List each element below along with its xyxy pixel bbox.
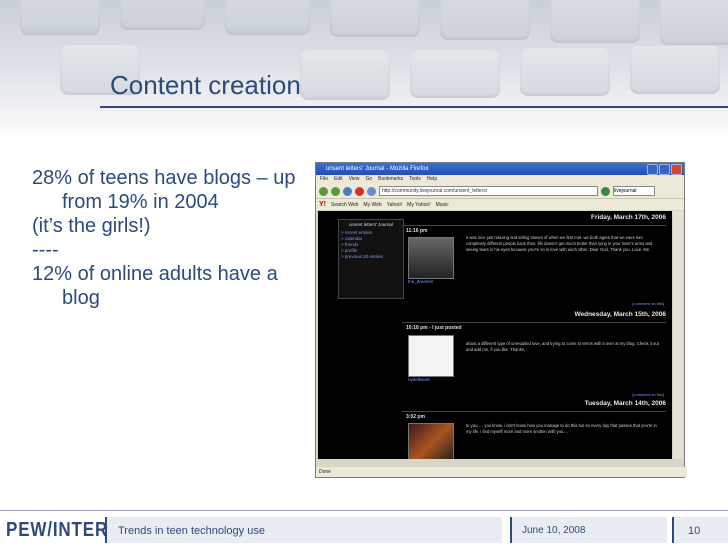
menu-bookmarks[interactable]: Bookmarks bbox=[378, 175, 403, 184]
browser-screenshot: unsent letters' Journal - Mozilla Firefo… bbox=[315, 162, 687, 478]
toolbar-item[interactable]: Yahoo! bbox=[387, 202, 402, 208]
entry-divider bbox=[402, 322, 666, 323]
footer-date: June 10, 2008 bbox=[522, 525, 586, 536]
slide-footer: PEW/INTERNET Trends in teen technology u… bbox=[0, 510, 728, 547]
user-avatar bbox=[408, 237, 454, 279]
user-avatar bbox=[408, 423, 454, 459]
title-divider bbox=[100, 106, 728, 108]
go-icon[interactable] bbox=[601, 186, 610, 196]
comment-link[interactable]: [comment on this] bbox=[632, 301, 664, 306]
journal-sidebar: unsent letters' Journal > recent entries… bbox=[338, 219, 404, 299]
browser-titlebar: unsent letters' Journal - Mozilla Firefo… bbox=[316, 163, 684, 175]
bullet-item: ---- bbox=[32, 239, 59, 261]
entry-date: Friday, March 17th, 2006 bbox=[590, 214, 666, 221]
journal-title: unsent letters' Journal bbox=[349, 222, 393, 227]
toolbar-item[interactable]: My Web bbox=[363, 202, 381, 208]
search-input[interactable]: livejournal bbox=[613, 186, 655, 196]
toolbar-item[interactable]: My Yahoo! bbox=[407, 202, 430, 208]
user-name[interactable]: the_dreamer bbox=[408, 279, 434, 284]
user-avatar bbox=[408, 335, 454, 377]
menu-view[interactable]: View bbox=[349, 175, 360, 184]
entry-divider bbox=[402, 411, 666, 412]
scrollbar[interactable] bbox=[673, 211, 683, 459]
journal-entries: Friday, March 17th, 2006 11:16 pm the_dr… bbox=[402, 211, 670, 459]
minimize-icon[interactable] bbox=[647, 164, 658, 175]
home-icon[interactable] bbox=[367, 186, 376, 196]
entry-time: 11:16 pm bbox=[406, 228, 428, 234]
entry-divider bbox=[402, 225, 666, 226]
menu-help[interactable]: Help bbox=[427, 175, 437, 184]
entry-time: 10:18 pm - I just posted bbox=[406, 325, 462, 331]
bullet-item: 12% of online adults have a blog bbox=[32, 263, 278, 309]
toolbar-item[interactable]: Music bbox=[436, 202, 449, 208]
page-number: 10 bbox=[688, 525, 701, 537]
menu-edit[interactable]: Edit bbox=[334, 175, 343, 184]
toolbar-item[interactable]: Search Web bbox=[331, 202, 358, 208]
journal-page: unsent letters' Journal > recent entries… bbox=[318, 211, 672, 459]
user-name[interactable]: nydelkarah bbox=[408, 377, 430, 382]
bullet-item: (it’s the girls!) bbox=[32, 215, 151, 237]
entry-text: to you..... you know, i don't know how y… bbox=[466, 423, 657, 434]
menu-tools[interactable]: Tools bbox=[409, 175, 421, 184]
browser-navbar: http://community.livejournal.com/unsent_… bbox=[316, 184, 684, 198]
footer-caption: Trends in teen technology use bbox=[118, 525, 265, 537]
bullet-item: 28% of teens have blogs – up from 19% in… bbox=[32, 167, 296, 213]
entry-date: Tuesday, March 14th, 2006 bbox=[584, 400, 666, 407]
entry-text: it was nice just relaxing and telling st… bbox=[466, 235, 653, 252]
browser-menubar: File Edit View Go Bookmarks Tools Help bbox=[316, 175, 684, 184]
comment-link[interactable]: [comment on this] bbox=[632, 392, 664, 397]
reload-icon[interactable] bbox=[343, 186, 352, 196]
browser-window-title: unsent letters' Journal - Mozilla Firefo… bbox=[326, 166, 429, 172]
browser-statusbar: Done bbox=[316, 467, 687, 477]
menu-file[interactable]: File bbox=[320, 175, 328, 184]
close-icon[interactable] bbox=[671, 164, 682, 175]
entry-time: 3:02 pm bbox=[406, 414, 425, 420]
yahoo-logo-icon[interactable]: Y! bbox=[319, 201, 326, 208]
maximize-icon[interactable] bbox=[659, 164, 670, 175]
sidebar-link[interactable]: > previous 20 entries bbox=[341, 254, 401, 260]
entry-text: about a different type of unrequited lov… bbox=[466, 341, 659, 352]
bullet-list: 28% of teens have blogs – up from 19% in… bbox=[32, 166, 302, 310]
entry-date: Wednesday, March 15th, 2006 bbox=[574, 311, 666, 318]
stop-icon[interactable] bbox=[355, 186, 364, 196]
forward-icon[interactable] bbox=[331, 186, 340, 196]
menu-go[interactable]: Go bbox=[365, 175, 372, 184]
slide-title: Content creation bbox=[110, 70, 301, 100]
back-icon[interactable] bbox=[319, 186, 328, 196]
yahoo-toolbar: Y! Search Web My Web Yahoo! My Yahoo! Mu… bbox=[316, 198, 684, 210]
address-bar[interactable]: http://community.livejournal.com/unsent_… bbox=[379, 186, 598, 196]
